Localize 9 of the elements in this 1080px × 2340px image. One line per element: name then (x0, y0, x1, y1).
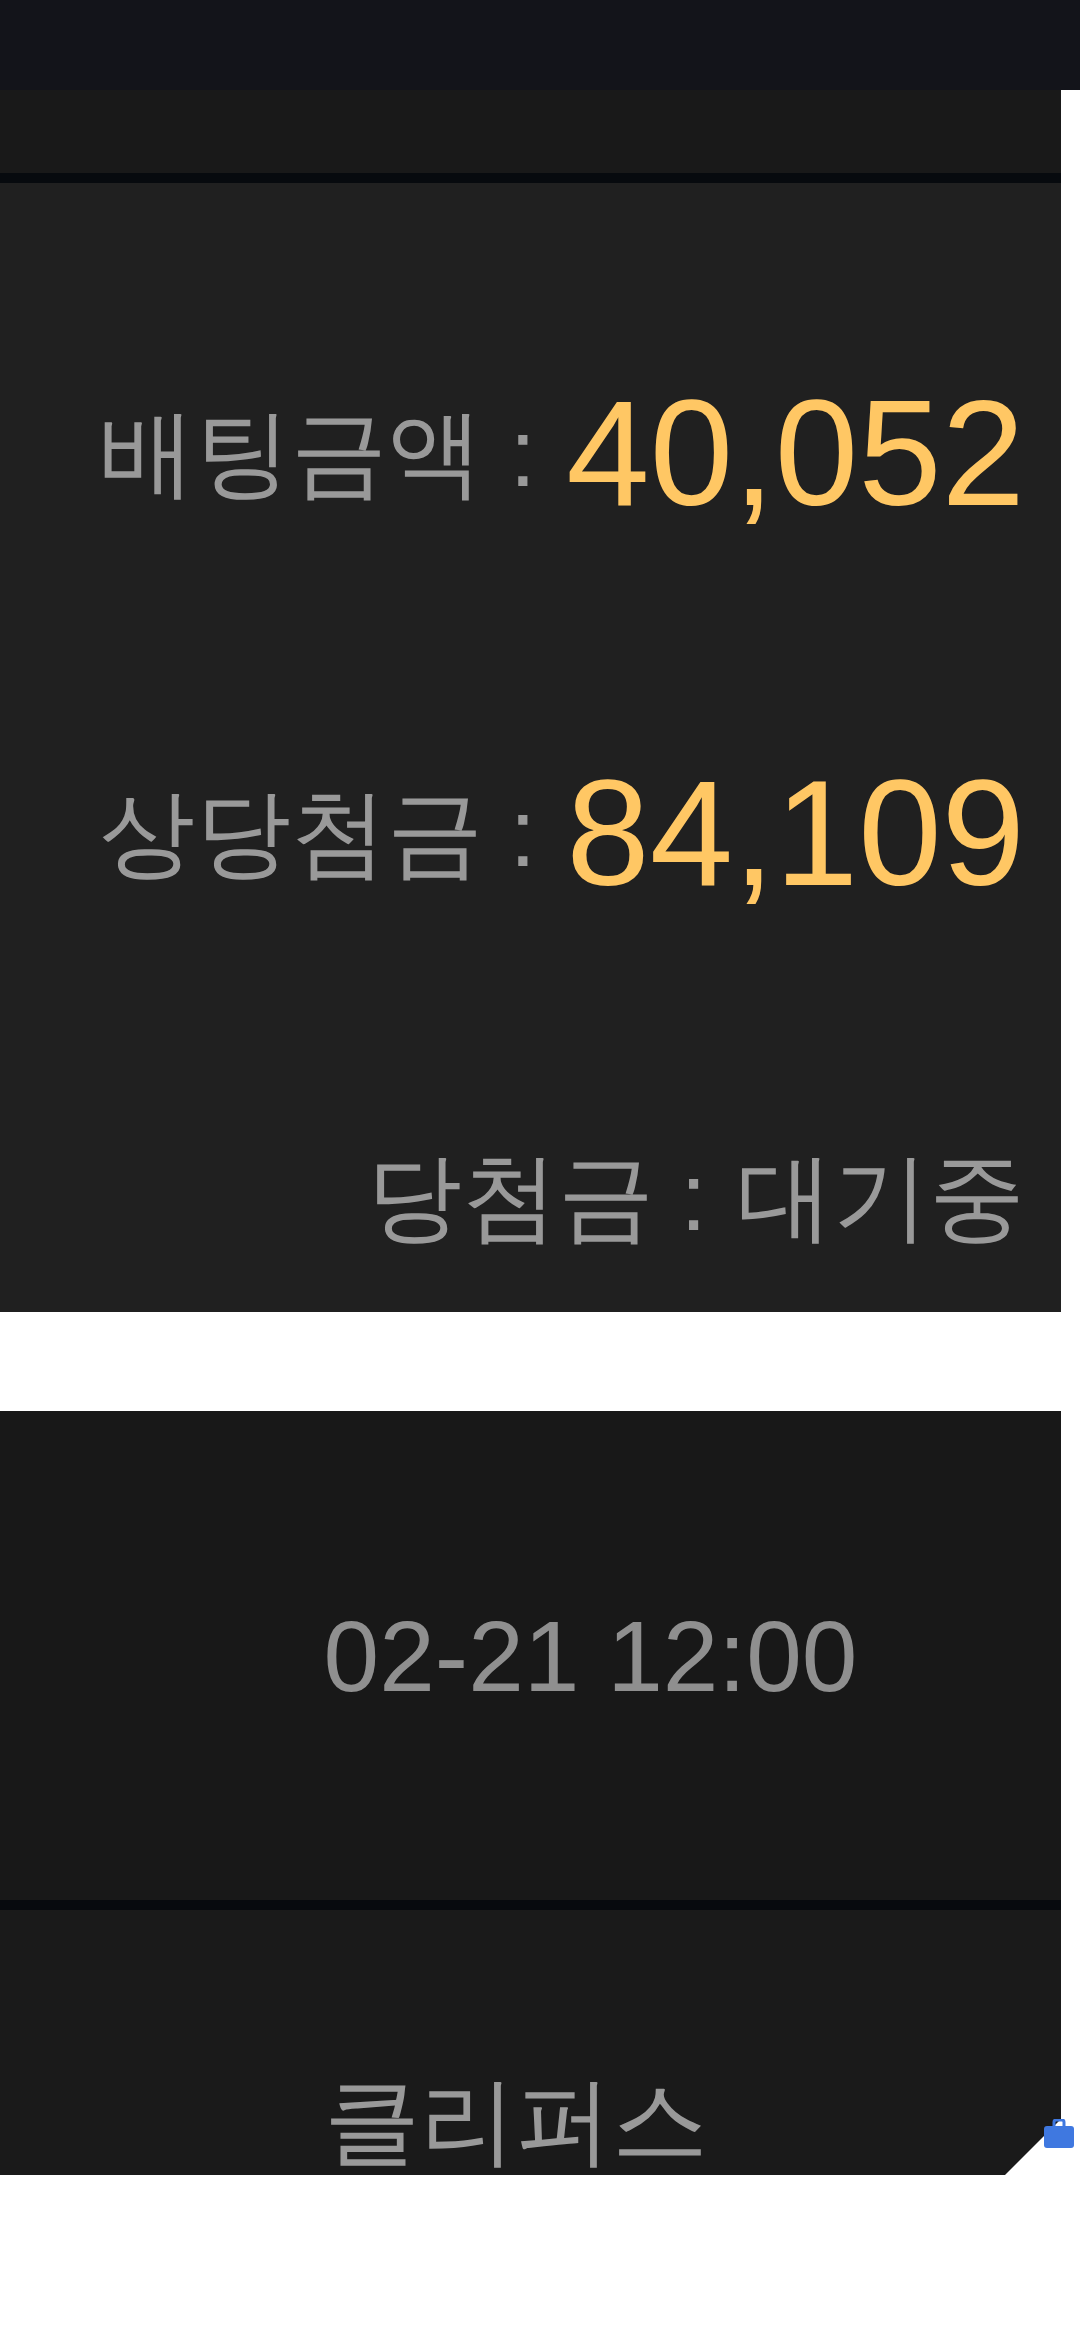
field-label: 배팅금액 : (98, 405, 537, 501)
amount-value: 84,109 (566, 757, 1025, 908)
briefcase-icon (1043, 2119, 1075, 2149)
field-label: 당첨금 : (365, 1149, 707, 1245)
team-name: 클리퍼스 (323, 2073, 708, 2169)
status-value: 대기중 (737, 1149, 1025, 1245)
match-time: 02-21 12:00 (323, 1605, 858, 1706)
amount-value: 40,052 (566, 378, 1025, 528)
field-label: 상당첨금 : (98, 784, 537, 881)
